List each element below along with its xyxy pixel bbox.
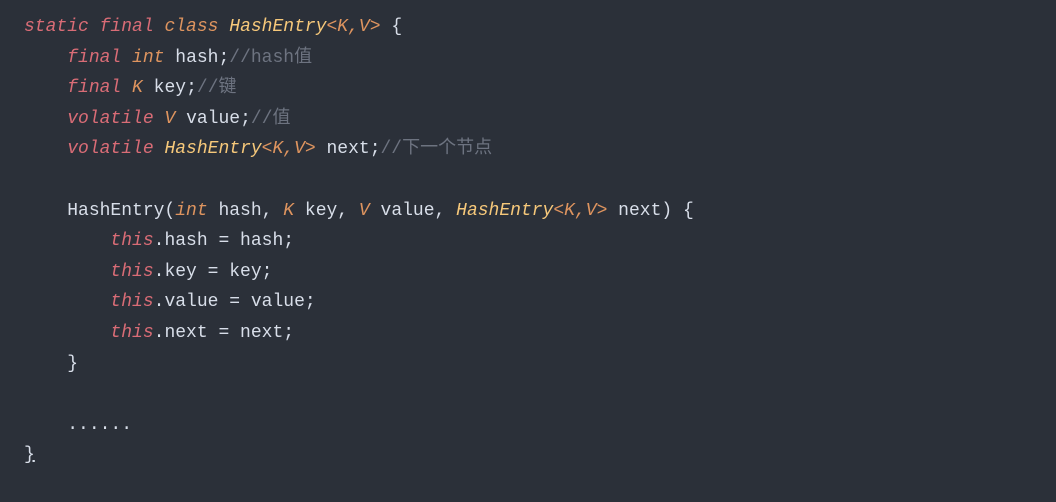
keyword-this: this	[110, 231, 153, 251]
field-next: next;	[316, 139, 381, 159]
keyword-class: class	[164, 17, 218, 37]
keyword-final: final	[67, 78, 121, 98]
open-brace: {	[381, 17, 403, 37]
type-v: V	[164, 109, 175, 129]
type-hashentry: HashEntry	[164, 139, 261, 159]
comment: //下一个节点	[381, 139, 493, 159]
class-name: HashEntry	[229, 17, 326, 37]
generic-params: <K,V>	[553, 201, 607, 221]
keyword-volatile: volatile	[67, 139, 153, 159]
comment: //hash值	[229, 48, 312, 68]
param: hash,	[208, 201, 284, 221]
keyword-this: this	[110, 262, 153, 282]
field-key: key;	[154, 78, 197, 98]
param: key,	[294, 201, 359, 221]
keyword-this: this	[110, 323, 153, 343]
generic-params: <K,V>	[262, 139, 316, 159]
type-k: K	[283, 201, 294, 221]
close-brace: }	[67, 354, 78, 374]
keyword-final: final	[100, 17, 154, 37]
generic-params: <K,V>	[327, 17, 381, 37]
keyword-volatile: volatile	[67, 109, 153, 129]
param: next)	[607, 201, 683, 221]
field-hash: hash;	[175, 48, 229, 68]
type-v: V	[359, 201, 370, 221]
open-brace: {	[683, 201, 694, 221]
param: value,	[370, 201, 456, 221]
comment: //值	[251, 109, 291, 129]
field-value: value;	[186, 109, 251, 129]
keyword-this: this	[110, 292, 153, 312]
keyword-final: final	[67, 48, 121, 68]
ellipsis: ......	[67, 415, 132, 435]
code-block: static final class HashEntry<K,V> { fina…	[24, 12, 1032, 471]
assignment: .hash = hash;	[154, 231, 294, 251]
type-int: int	[132, 48, 164, 68]
assignment: .value = value;	[154, 292, 316, 312]
keyword-static: static	[24, 17, 89, 37]
close-brace: }	[24, 445, 35, 465]
comment: //键	[197, 78, 237, 98]
constructor-name: HashEntry(	[67, 201, 175, 221]
type-k: K	[132, 78, 143, 98]
type-hashentry: HashEntry	[456, 201, 553, 221]
type-int: int	[175, 201, 207, 221]
assignment: .next = next;	[154, 323, 294, 343]
assignment: .key = key;	[154, 262, 273, 282]
